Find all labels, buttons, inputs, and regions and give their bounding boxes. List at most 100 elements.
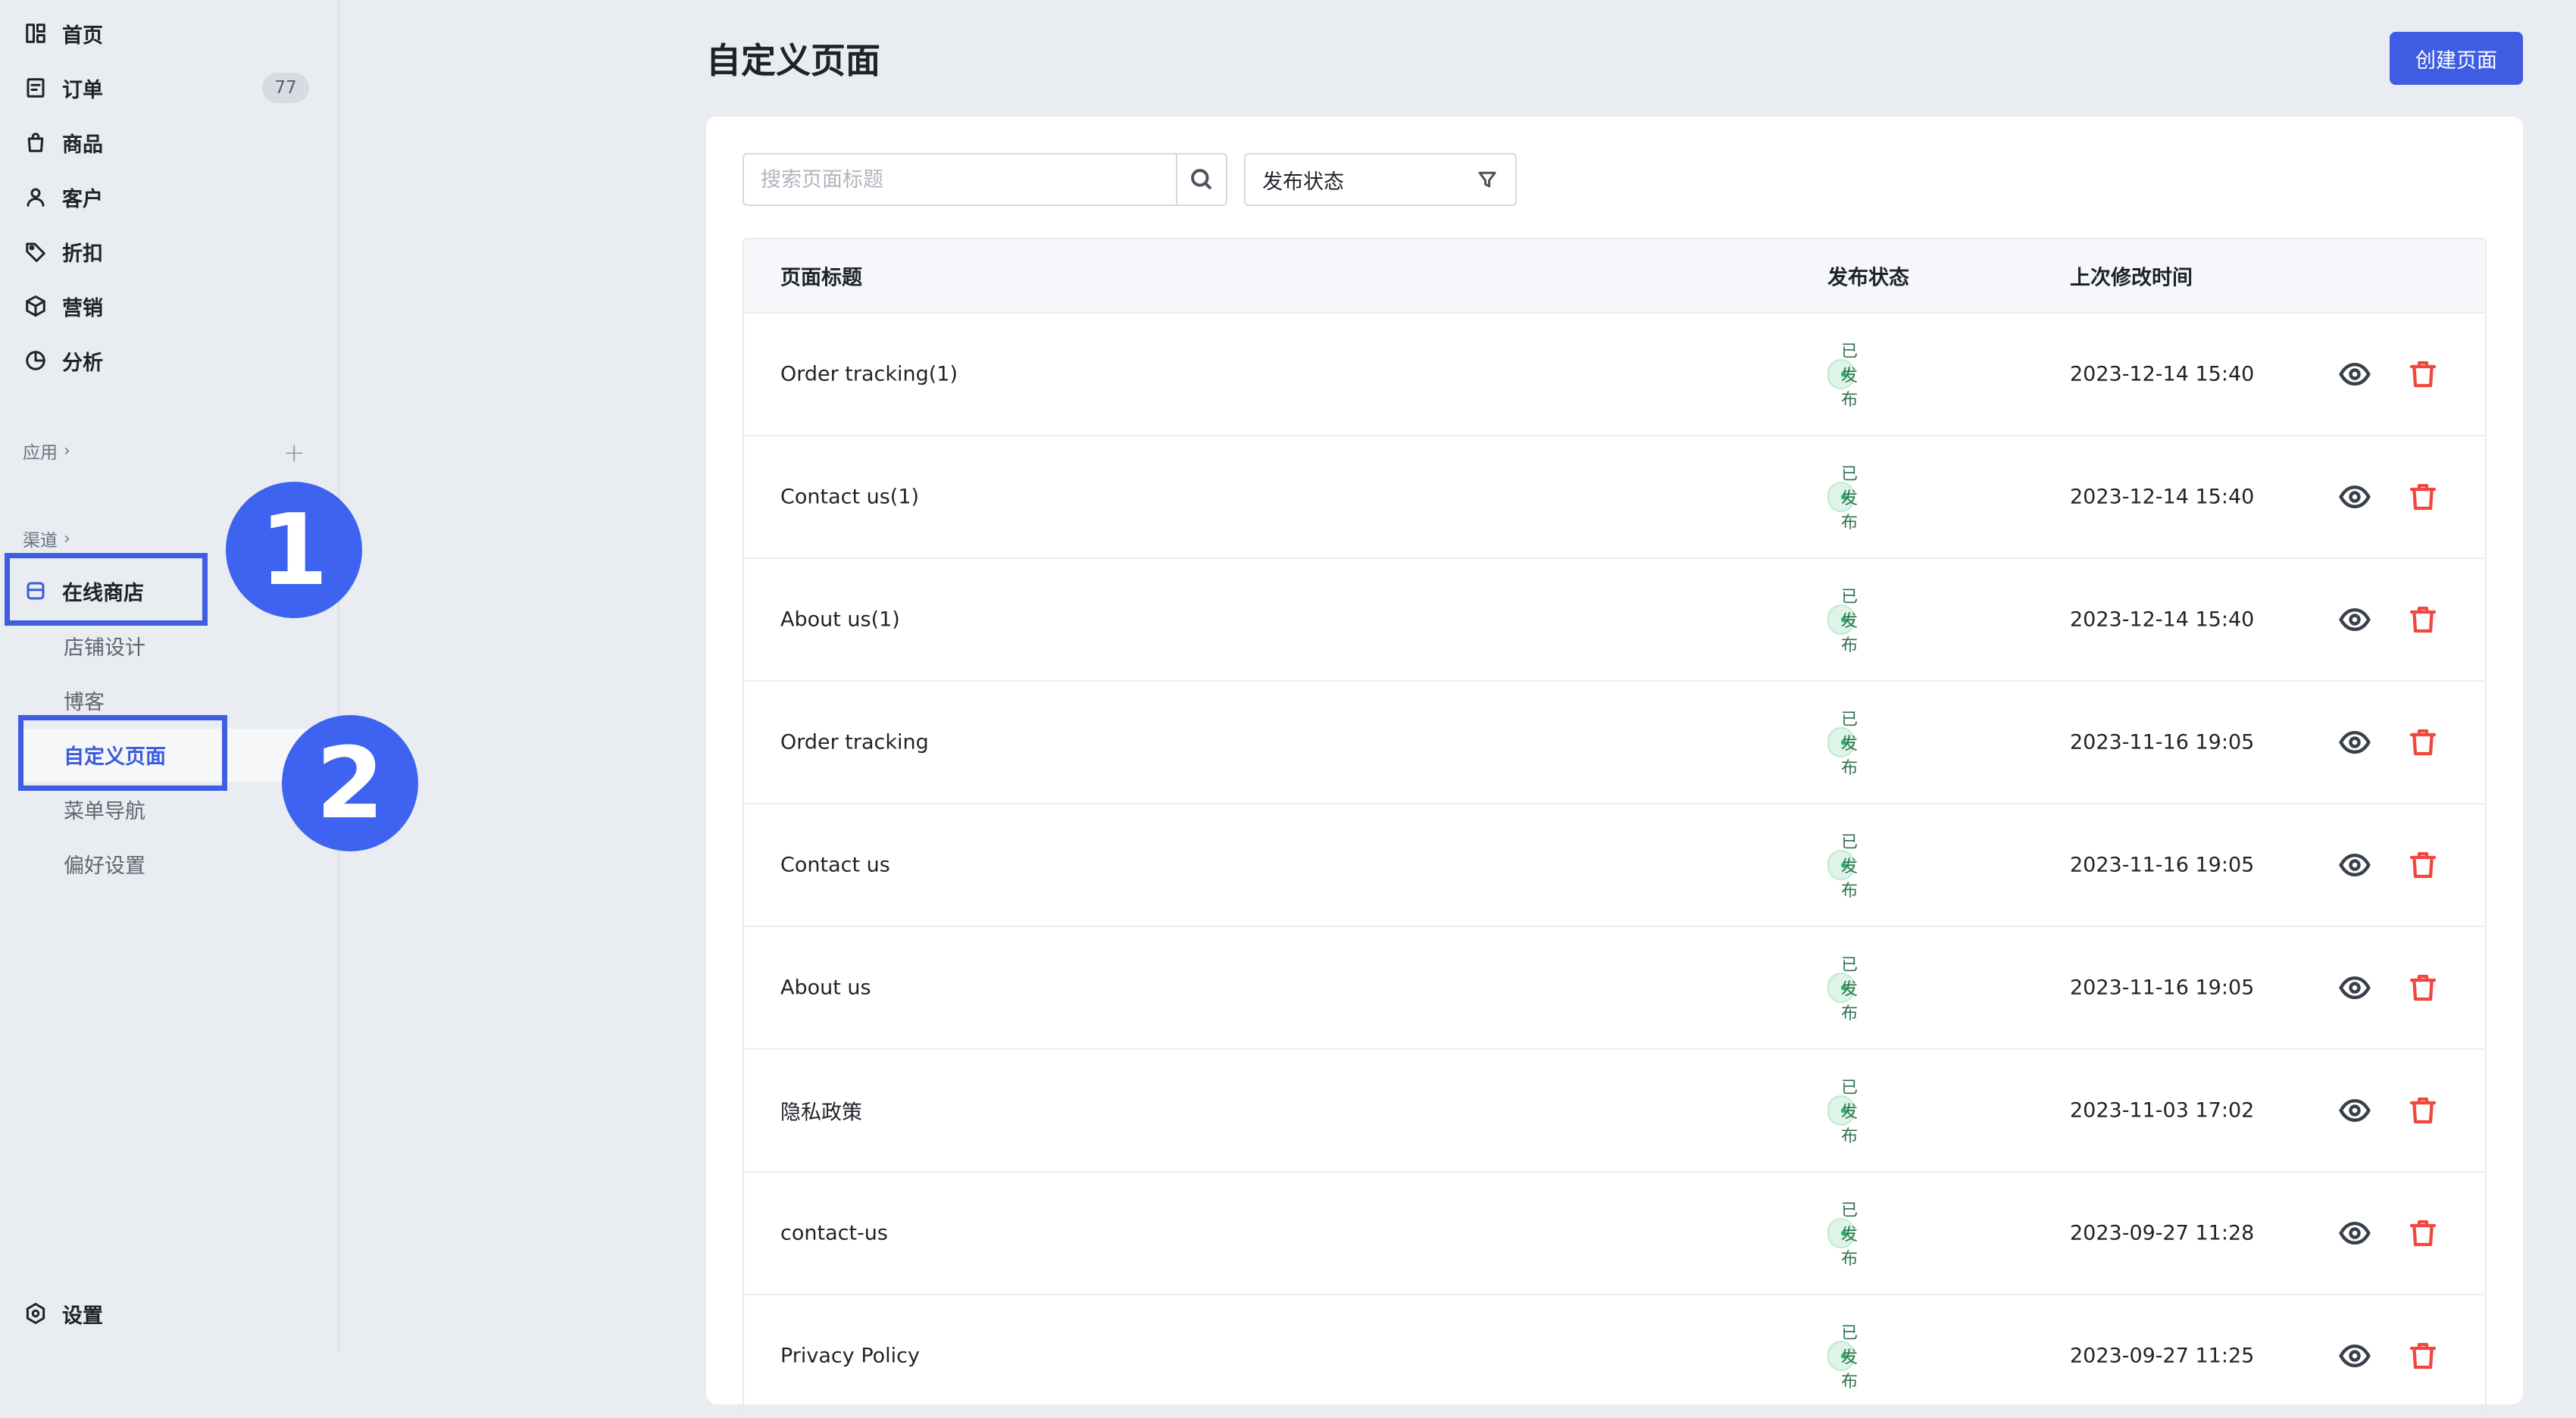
- sub-item-store-design[interactable]: 店铺设计: [64, 624, 145, 667]
- trash-icon: [2409, 1220, 2437, 1247]
- delete-button[interactable]: [2408, 971, 2438, 1004]
- status-badge-label: 已发布: [1841, 956, 1859, 1023]
- last-modified-cell: 2023-12-14 15:40: [2070, 362, 2255, 386]
- search-box: [742, 153, 1227, 206]
- table-row[interactable]: Contact us 已发布 2023-11-16 19:05: [744, 803, 2485, 926]
- table-row[interactable]: Order tracking(1) 已发布 2023-12-14 15:40: [744, 312, 2485, 435]
- table-row[interactable]: 隐私政策 已发布 2023-11-03 17:02: [744, 1048, 2485, 1171]
- delete-button[interactable]: [2408, 603, 2438, 636]
- preview-button[interactable]: [2338, 971, 2371, 1004]
- search-button[interactable]: [1176, 155, 1226, 205]
- page-title-cell[interactable]: About us(1): [780, 608, 900, 632]
- highlight-box-online-store: [5, 553, 208, 626]
- table-row[interactable]: About us 已发布 2023-11-16 19:05: [744, 926, 2485, 1048]
- status-filter-dropdown[interactable]: 发布状态: [1244, 153, 1517, 206]
- preview-button[interactable]: [2338, 848, 2371, 882]
- page-title-cell[interactable]: Order tracking: [780, 731, 929, 754]
- nav-orders-label: 订单: [62, 78, 103, 102]
- status-badge: 已发布: [1827, 833, 1858, 901]
- trash-icon: [2409, 1342, 2437, 1370]
- nav-orders[interactable]: 订单: [23, 67, 103, 109]
- nav-discounts[interactable]: 折扣: [23, 230, 103, 273]
- preview-button[interactable]: [2338, 603, 2371, 636]
- page-title-cell[interactable]: Order tracking(1): [780, 363, 958, 386]
- delete-button[interactable]: [2408, 1217, 2438, 1250]
- apps-section-toggle[interactable]: 应用 ›: [23, 438, 70, 464]
- add-app-icon[interactable]: +: [283, 438, 305, 468]
- last-modified-cell: 2023-11-16 19:05: [2070, 730, 2255, 754]
- status-badge-label: 已发布: [1841, 1324, 1859, 1391]
- status-badge: 已发布: [1827, 465, 1858, 533]
- status-badge-label: 已发布: [1841, 1079, 1859, 1146]
- sub-item-menu-navigation[interactable]: 菜单导航: [64, 788, 145, 830]
- nav-settings[interactable]: 设置: [23, 1292, 103, 1335]
- status-badge-label: 已发布: [1841, 711, 1859, 778]
- page-title-cell[interactable]: Contact us(1): [780, 486, 919, 509]
- trash-icon: [2409, 606, 2437, 633]
- preview-button[interactable]: [2338, 1217, 2371, 1250]
- preview-button[interactable]: [2338, 358, 2371, 391]
- highlight-box-custom-pages: [18, 715, 227, 791]
- preview-button[interactable]: [2338, 1094, 2371, 1127]
- trash-icon: [2409, 974, 2437, 1001]
- nav-marketing[interactable]: 营销: [23, 285, 103, 327]
- order-icon: [23, 75, 48, 101]
- table-row[interactable]: About us(1) 已发布 2023-12-14 15:40: [744, 558, 2485, 680]
- page-title-cell[interactable]: contact-us: [780, 1222, 888, 1245]
- page-title-cell[interactable]: Privacy Policy: [780, 1345, 920, 1368]
- header-page-title: 页面标题: [780, 266, 862, 290]
- chevron-right-icon: ›: [64, 441, 70, 461]
- table-row[interactable]: contact-us 已发布 2023-09-27 11:28: [744, 1171, 2485, 1294]
- status-badge-label: 已发布: [1841, 465, 1859, 533]
- status-badge: 已发布: [1827, 1324, 1858, 1391]
- search-input[interactable]: [744, 155, 1176, 205]
- nav-analytics-label: 分析: [62, 351, 103, 375]
- nav-products-label: 商品: [62, 133, 103, 157]
- create-page-button[interactable]: 创建页面: [2390, 32, 2523, 85]
- table-row[interactable]: Order tracking 已发布 2023-11-16 19:05: [744, 680, 2485, 803]
- delete-button[interactable]: [2408, 848, 2438, 882]
- status-badge: 已发布: [1827, 1079, 1858, 1146]
- sidebar: 首页 订单 77 商品 客户 折扣 营销 分析 应用 › + 渠道 › 在线商店…: [0, 0, 339, 1352]
- page-title-cell[interactable]: About us: [780, 976, 871, 1000]
- trash-icon: [2409, 361, 2437, 388]
- preview-button[interactable]: [2338, 1339, 2371, 1373]
- nav-discounts-label: 折扣: [62, 242, 103, 266]
- nav-settings-label: 设置: [62, 1304, 103, 1328]
- marketing-box-icon: [23, 293, 48, 319]
- delete-button[interactable]: [2408, 480, 2438, 514]
- nav-marketing-label: 营销: [62, 296, 103, 320]
- status-badge: 已发布: [1827, 956, 1858, 1023]
- nav-products[interactable]: 商品: [23, 121, 103, 164]
- last-modified-cell: 2023-09-27 11:28: [2070, 1221, 2255, 1245]
- table-row[interactable]: Privacy Policy 已发布 2023-09-27 11:25: [744, 1294, 2485, 1416]
- trash-icon: [2409, 851, 2437, 879]
- sub-item-preferences[interactable]: 偏好设置: [64, 842, 145, 885]
- eye-icon: [2339, 607, 2371, 632]
- analytics-pie-icon: [23, 348, 48, 373]
- channels-section-toggle[interactable]: 渠道 ›: [23, 526, 70, 551]
- nav-customers-label: 客户: [62, 187, 103, 211]
- status-badge-label: 已发布: [1841, 1201, 1859, 1269]
- eye-icon: [2339, 1098, 2371, 1123]
- table-row[interactable]: Contact us(1) 已发布 2023-12-14 15:40: [744, 435, 2485, 558]
- status-badge: 已发布: [1827, 1201, 1858, 1269]
- delete-button[interactable]: [2408, 726, 2438, 759]
- nav-analytics[interactable]: 分析: [23, 339, 103, 382]
- nav-home[interactable]: 首页: [23, 12, 103, 55]
- delete-button[interactable]: [2408, 1094, 2438, 1127]
- channels-label: 渠道: [23, 531, 58, 551]
- nav-customers[interactable]: 客户: [23, 176, 103, 218]
- trash-icon: [2409, 1097, 2437, 1124]
- preview-button[interactable]: [2338, 726, 2371, 759]
- preview-button[interactable]: [2338, 480, 2371, 514]
- last-modified-cell: 2023-11-03 17:02: [2070, 1098, 2255, 1123]
- trash-icon: [2409, 483, 2437, 511]
- page-title-cell[interactable]: 隐私政策: [780, 1096, 862, 1126]
- delete-button[interactable]: [2408, 358, 2438, 391]
- callout-badge-2: 2: [282, 715, 418, 851]
- eye-icon: [2339, 730, 2371, 754]
- delete-button[interactable]: [2408, 1339, 2438, 1373]
- page-title-cell[interactable]: Contact us: [780, 854, 890, 877]
- chevron-right-icon: ›: [64, 529, 70, 548]
